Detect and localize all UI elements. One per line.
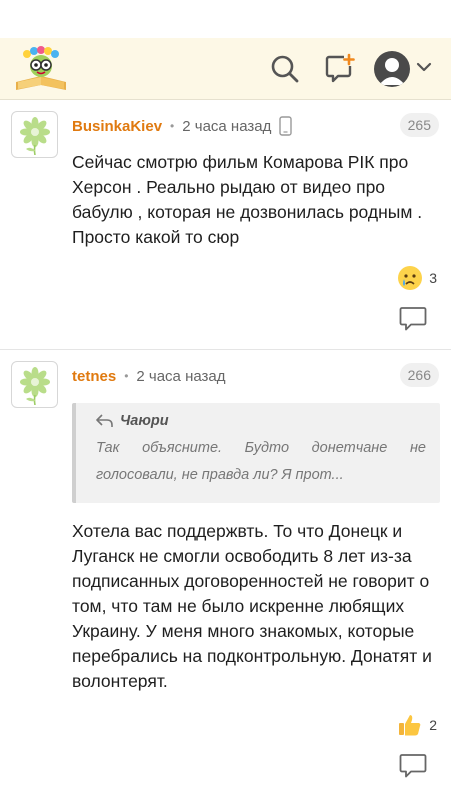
- new-post-icon[interactable]: [321, 50, 359, 88]
- phone-icon: [279, 116, 293, 136]
- quote-text: Так объясните. Будто донетчане не голосо…: [96, 440, 426, 483]
- comment-text: Сейчас смотрю фильм Комарова РІК про Хер…: [72, 152, 423, 247]
- chevron-down-icon[interactable]: [416, 60, 432, 78]
- reply-arrow-icon: [96, 414, 113, 427]
- author-name[interactable]: tetnes: [72, 368, 116, 385]
- status-bar: [0, 0, 451, 38]
- reaction-badge[interactable]: 3: [397, 264, 437, 292]
- separator-dot: •: [170, 119, 175, 133]
- comment-number[interactable]: 266: [399, 363, 439, 387]
- comment-meta: BusinkaKiev • 2 часа назад: [72, 115, 293, 137]
- search-icon[interactable]: [266, 50, 304, 88]
- author-avatar[interactable]: [11, 111, 58, 158]
- separator-dot: •: [124, 369, 129, 383]
- crying-face-icon: [397, 265, 423, 291]
- reply-icon[interactable]: [399, 306, 427, 332]
- user-avatar[interactable]: [374, 51, 410, 87]
- reaction-count: 3: [429, 270, 437, 286]
- comment-text: Хотела вас поддержвть. То что Донецк и Л…: [72, 521, 432, 691]
- comment-meta: tetnes • 2 часа назад: [72, 365, 226, 387]
- thumbs-up-icon: [397, 712, 423, 738]
- author-avatar[interactable]: [11, 361, 58, 408]
- reaction-count: 2: [429, 717, 437, 733]
- bookworm-logo[interactable]: [12, 44, 70, 94]
- comment-time: 2 часа назад: [136, 367, 226, 385]
- comment: tetnes • 2 часа назад 266 Чаюри Так объя…: [0, 351, 451, 800]
- user-menu[interactable]: [374, 49, 436, 89]
- reply-icon[interactable]: [399, 753, 427, 779]
- app-header: [0, 38, 451, 100]
- quote-author: Чаюри: [120, 413, 169, 429]
- quote-header: Чаюри: [96, 413, 426, 429]
- comment: BusinkaKiev • 2 часа назад 265 Сейчас см…: [0, 101, 451, 350]
- author-name[interactable]: BusinkaKiev: [72, 118, 162, 135]
- quoted-comment[interactable]: Чаюри Так объясните. Будто донетчане не …: [72, 403, 440, 503]
- reaction-badge[interactable]: 2: [397, 711, 437, 739]
- comment-number[interactable]: 265: [399, 113, 439, 137]
- comment-time: 2 часа назад: [182, 117, 272, 135]
